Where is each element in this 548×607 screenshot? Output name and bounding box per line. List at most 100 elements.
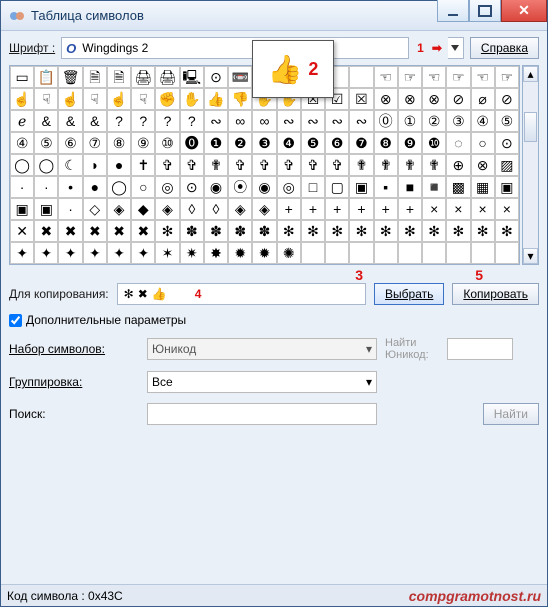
grid-cell[interactable]: ✞ [155,154,179,176]
grid-cell[interactable]: ◊ [204,198,228,220]
grid-cell[interactable]: ● [83,176,107,198]
grid-cell[interactable]: ▭ [10,66,34,88]
font-dropdown-button[interactable] [448,37,464,59]
grid-cell[interactable]: ∾ [301,110,325,132]
grid-cell[interactable]: ⦿ [228,176,252,198]
grid-cell[interactable]: ? [131,110,155,132]
minimize-button[interactable] [437,0,469,22]
grid-cell[interactable]: ⑤ [34,132,58,154]
grid-cell[interactable] [398,242,422,264]
grid-cell[interactable]: 🗎 [107,66,131,88]
grid-cell[interactable]: 🖨 [155,66,179,88]
grid-cell[interactable]: ✖ [131,220,155,242]
grid-cell[interactable]: ✖ [58,220,82,242]
grid-cell[interactable]: ⌀ [471,88,495,110]
grid-cell[interactable]: ⊗ [422,88,446,110]
grid-cell[interactable]: ✻ [277,220,301,242]
grid-cell[interactable]: ✻ [446,220,470,242]
grid-cell[interactable]: ⑥ [58,132,82,154]
grid-cell[interactable]: ⊘ [495,88,519,110]
grid-cell[interactable]: ∾ [325,110,349,132]
grid-cell[interactable]: ? [155,110,179,132]
advanced-checkbox[interactable]: Дополнительные параметры [9,313,539,327]
grid-cell[interactable]: ⊙ [495,132,519,154]
grid-cell[interactable]: ⊕ [446,154,470,176]
grid-cell[interactable]: ✻ [495,220,519,242]
grid-cell[interactable] [301,242,325,264]
grid-cell[interactable]: ⊙ [204,66,228,88]
grid-cell[interactable]: ❻ [325,132,349,154]
font-combo[interactable]: O Wingdings 2 [61,37,409,59]
grid-cell[interactable]: 🗎 [83,66,107,88]
grid-cell[interactable]: ▣ [10,198,34,220]
grid-cell[interactable]: ❺ [301,132,325,154]
grid-cell[interactable]: ◎ [155,176,179,198]
grid-cell[interactable] [349,66,373,88]
grid-cell[interactable]: ☟ [34,88,58,110]
grid-cell[interactable]: ? [107,110,131,132]
grid-cell[interactable]: ◊ [180,198,204,220]
grid-cell[interactable]: ✞ [277,154,301,176]
grid-cell[interactable]: · [58,198,82,220]
grid-cell[interactable]: + [301,198,325,220]
grid-cell[interactable]: ◉ [204,176,228,198]
grid-cell[interactable]: ❷ [228,132,252,154]
grid-cell[interactable]: · [10,176,34,198]
grid-cell[interactable]: ✽ [228,220,252,242]
grid-cell[interactable]: ✻ [155,220,179,242]
grid-cell[interactable]: ∾ [277,110,301,132]
grid-cell[interactable]: × [495,198,519,220]
grid-cell[interactable]: ✽ [180,220,204,242]
grid-cell[interactable]: 👍 [204,88,228,110]
grid-cell[interactable]: ▦ [471,176,495,198]
grid-cell[interactable]: ☝ [10,88,34,110]
grid-cell[interactable]: ◈ [228,198,252,220]
grid-cell[interactable]: ● [107,154,131,176]
grid-cell[interactable]: ❽ [374,132,398,154]
grid-cell[interactable] [349,242,373,264]
grid-cell[interactable]: ❹ [277,132,301,154]
grid-cell[interactable]: ◯ [107,176,131,198]
grid-cell[interactable]: ☞ [398,66,422,88]
grid-cell[interactable]: ∾ [204,110,228,132]
grid-cell[interactable]: ◇ [83,198,107,220]
grid-cell[interactable]: ▣ [34,198,58,220]
grid-cell[interactable]: ✝ [131,154,155,176]
grid-cell[interactable]: ✻ [349,220,373,242]
grid-cell[interactable]: ⑤ [495,110,519,132]
scroll-thumb[interactable] [524,112,537,142]
grid-cell[interactable]: ⑩ [155,132,179,154]
grid-cell[interactable]: ▨ [495,154,519,176]
grid-cell[interactable]: & [83,110,107,132]
grid-cell[interactable]: ✋ [180,88,204,110]
grid-cell[interactable]: × [422,198,446,220]
grid-cell[interactable]: □ [301,176,325,198]
grid-cell[interactable]: ○ [131,176,155,198]
grid-cell[interactable]: ✻ [374,220,398,242]
grid-cell[interactable]: ☞ [446,66,470,88]
scroll-up-button[interactable]: ▴ [523,66,538,82]
grid-cell[interactable]: ◌ [446,132,470,154]
grid-cell[interactable]: ⓿ [180,132,204,154]
grid-cell[interactable]: ◆ [131,198,155,220]
grid-cell[interactable]: ⓪ [374,110,398,132]
grid-cell[interactable]: ❸ [252,132,276,154]
grid-cell[interactable]: ◗ [83,154,107,176]
grid-cell[interactable]: ③ [446,110,470,132]
grid-cell[interactable]: ☝ [107,88,131,110]
grid-cell[interactable]: ✻ [398,220,422,242]
grid-cell[interactable]: ✖ [83,220,107,242]
grid-cell[interactable]: ◯ [10,154,34,176]
grid-cell[interactable]: ? [180,110,204,132]
grid-cell[interactable]: ∞ [252,110,276,132]
grid-cell[interactable]: ⊗ [398,88,422,110]
grid-cell[interactable]: ✹ [228,242,252,264]
grid-cell[interactable]: ⑧ [107,132,131,154]
grid-cell[interactable]: ◈ [155,198,179,220]
grid-cell[interactable]: ○ [471,132,495,154]
grid-cell[interactable]: ◾ [422,176,446,198]
grid-cell[interactable]: 📼 [228,66,252,88]
advanced-checkbox-input[interactable] [9,314,22,327]
grid-cell[interactable] [495,242,519,264]
grid-cell[interactable]: ✹ [252,242,276,264]
